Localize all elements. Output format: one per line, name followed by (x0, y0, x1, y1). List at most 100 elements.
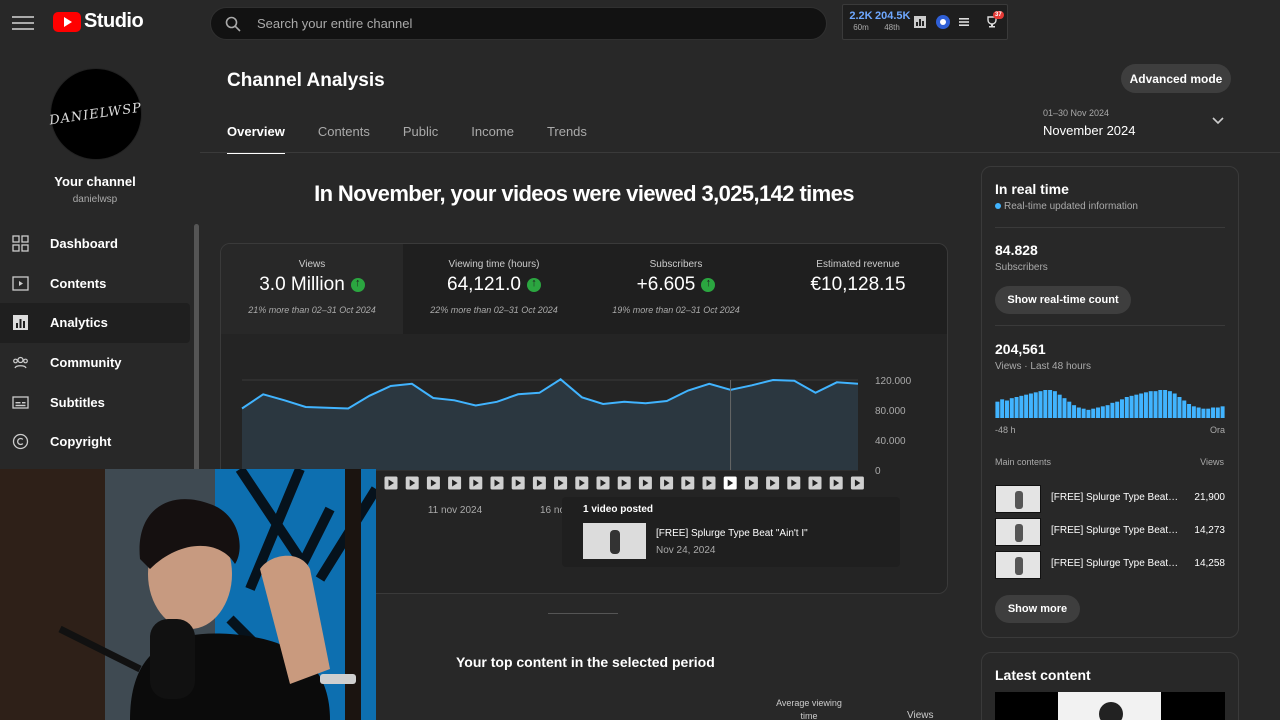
realtime-bar[interactable] (1086, 409, 1091, 418)
realtime-bar[interactable] (1129, 395, 1134, 418)
tab-public[interactable]: Public (403, 124, 438, 154)
realtime-bar[interactable] (1000, 399, 1005, 418)
realtime-bar[interactable] (995, 401, 1000, 418)
column-avg-viewing-time[interactable]: Average viewing time (770, 697, 848, 720)
sidebar-scrollbar[interactable] (194, 224, 199, 474)
sidebar-item-copyright[interactable]: Copyright (0, 422, 190, 462)
y-tick-label: 0 (875, 466, 881, 477)
realtime-bar[interactable] (1100, 406, 1105, 418)
show-realtime-count-button[interactable]: Show real-time count (995, 286, 1131, 314)
views-48h-bar-chart[interactable] (995, 386, 1225, 418)
realtime-bar[interactable] (1072, 405, 1077, 418)
tab-overview[interactable]: Overview (227, 124, 285, 154)
realtime-bar[interactable] (1153, 391, 1158, 418)
extension-logo-icon[interactable] (936, 15, 950, 29)
realtime-bar[interactable] (1019, 395, 1024, 418)
realtime-bar[interactable] (1211, 407, 1216, 419)
realtime-bar[interactable] (1014, 397, 1019, 418)
realtime-bar[interactable] (1105, 405, 1110, 418)
realtime-bar[interactable] (1196, 407, 1201, 419)
realtime-bar[interactable] (1057, 394, 1062, 418)
ext-stat-value: 204.5K (875, 10, 911, 22)
realtime-bar[interactable] (1191, 406, 1196, 418)
realtime-bar[interactable] (1048, 390, 1053, 418)
realtime-bar[interactable] (1110, 402, 1115, 418)
realtime-bar[interactable] (1139, 393, 1144, 419)
search-icon[interactable] (225, 16, 241, 32)
realtime-bar[interactable] (1182, 400, 1187, 419)
metric-views[interactable]: Views 3.0 Million 21% more than 02–31 Oc… (221, 244, 403, 334)
realtime-bar[interactable] (1081, 408, 1086, 418)
realtime-bar[interactable] (1043, 390, 1048, 418)
realtime-bar[interactable] (1220, 406, 1225, 418)
tab-trends[interactable]: Trends (547, 124, 587, 154)
bar-chart-icon[interactable] (913, 15, 927, 29)
show-more-button[interactable]: Show more (995, 595, 1080, 623)
realtime-bar[interactable] (1024, 394, 1029, 418)
studio-logo[interactable]: Studio (53, 10, 144, 33)
realtime-bar[interactable] (1177, 397, 1182, 418)
realtime-bar[interactable] (1038, 391, 1043, 418)
video-views: 14,273 (1194, 525, 1225, 536)
ext-stat-48h[interactable]: 204.5K 48th (875, 10, 911, 32)
sidebar-item-subtitles[interactable]: Subtitles (0, 382, 190, 422)
search-bar[interactable] (210, 7, 827, 40)
column-views[interactable]: Views (907, 710, 934, 720)
tooltip-video-title[interactable]: [FREE] Splurge Type Beat "Ain't I" (656, 528, 808, 539)
realtime-bar[interactable] (1009, 398, 1014, 418)
list-menu-icon[interactable] (957, 15, 971, 29)
realtime-bar[interactable] (1067, 401, 1072, 418)
metric-revenue[interactable]: Estimated revenue €10,128.15 (767, 244, 947, 334)
tab-contents[interactable]: Contents (318, 124, 370, 154)
realtime-bar[interactable] (1187, 404, 1192, 418)
metric-compare: 19% more than 02–31 Oct 2024 (612, 305, 740, 315)
channel-title: Your channel (54, 174, 136, 189)
date-range-picker[interactable]: 01–30 Nov 2024 November 2024 (1043, 108, 1136, 138)
realtime-bar[interactable] (1163, 390, 1168, 418)
ext-stat-realtime[interactable]: 2.2K 60m (847, 10, 875, 32)
realtime-bar[interactable] (1172, 393, 1177, 419)
realtime-bar[interactable] (1115, 401, 1120, 418)
chart-area-fill (242, 379, 858, 470)
realtime-bar[interactable] (1052, 391, 1057, 418)
list-item[interactable]: [FREE] Splurge Type Beat "Ain't I" 14,27… (995, 518, 1225, 546)
list-item[interactable]: [FREE] Splurge Type Beat "Ain't I" 21,90… (995, 485, 1225, 513)
realtime-bar[interactable] (1076, 407, 1081, 419)
realtime-bar[interactable] (1119, 399, 1124, 418)
sidebar-item-analytics[interactable]: Analytics (0, 303, 190, 343)
realtime-bar[interactable] (1028, 393, 1033, 419)
realtime-bar[interactable] (1158, 390, 1163, 418)
realtime-bar[interactable] (1201, 408, 1206, 418)
realtime-bar[interactable] (1134, 394, 1139, 418)
search-input[interactable] (257, 8, 797, 39)
metric-value-row: 64,121.0 (403, 274, 585, 296)
realtime-bar[interactable] (1215, 407, 1220, 419)
list-item[interactable]: [FREE] Splurge Type Beat "Ain't I" 14,25… (995, 551, 1225, 579)
avatar[interactable]: DANIELWSP (49, 68, 143, 160)
video-title: [FREE] Splurge Type Beat "Ain't I" (1051, 525, 1179, 536)
realtime-bar[interactable] (1091, 408, 1096, 418)
realtime-bar[interactable] (1167, 391, 1172, 418)
realtime-bar[interactable] (1206, 408, 1211, 418)
realtime-bar[interactable] (1124, 397, 1129, 418)
chevron-down-icon[interactable] (1212, 117, 1224, 125)
realtime-bar[interactable] (1033, 392, 1038, 418)
sidebar-item-contents[interactable]: Contents (0, 264, 190, 304)
tab-income[interactable]: Income (471, 124, 514, 154)
dashboard-icon (12, 235, 29, 252)
sidebar-item-community[interactable]: Community (0, 343, 190, 383)
sidebar-item-dashboard[interactable]: Dashboard (0, 224, 190, 264)
realtime-bar[interactable] (1148, 391, 1153, 418)
realtime-bar[interactable] (1096, 407, 1101, 419)
metric-compare: 21% more than 02–31 Oct 2024 (248, 305, 376, 315)
advanced-mode-button[interactable]: Advanced mode (1121, 64, 1231, 93)
realtime-bar[interactable] (1143, 392, 1148, 418)
realtime-bar[interactable] (1004, 400, 1009, 419)
video-thumbnail[interactable] (583, 523, 646, 559)
metric-watch-time[interactable]: Viewing time (hours) 64,121.0 22% more t… (403, 244, 585, 334)
latest-video-thumbnail[interactable] (995, 692, 1225, 720)
menu-icon[interactable] (12, 12, 34, 30)
realtime-bar[interactable] (1062, 398, 1067, 418)
webcam-overlay (0, 469, 376, 720)
metric-subscribers[interactable]: Subscribers +6.605 19% more than 02–31 O… (585, 244, 767, 334)
